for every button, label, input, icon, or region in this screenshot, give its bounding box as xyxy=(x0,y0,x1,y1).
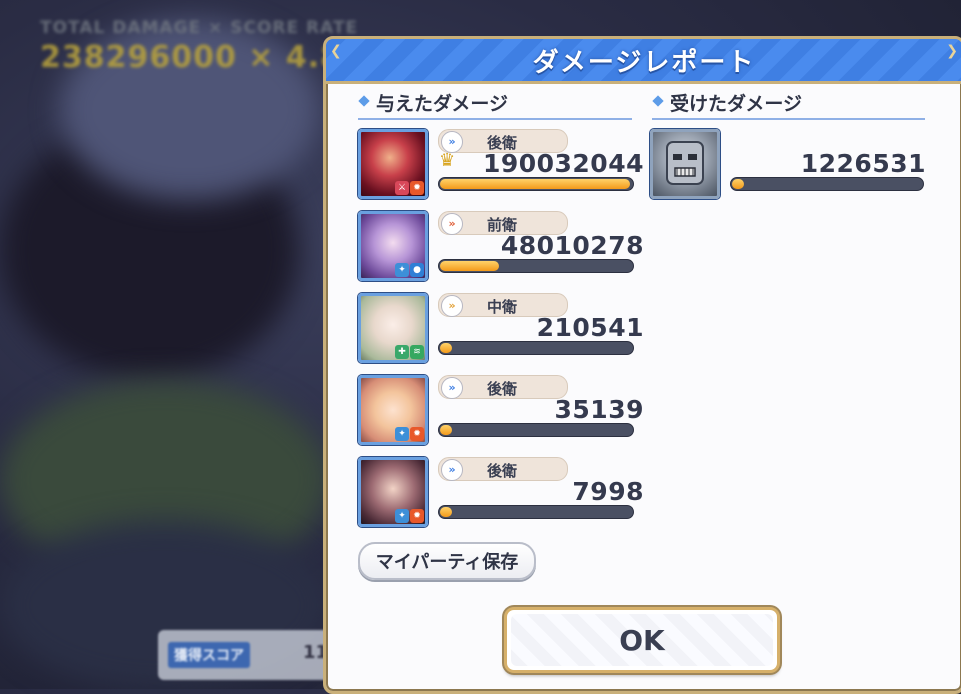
attribute-badges: ⚔ ✹ xyxy=(395,181,424,195)
section-taken-label: 受けたダメージ xyxy=(670,93,803,115)
chevron-rear-icon: » xyxy=(441,459,463,481)
chevron-rear-icon: » xyxy=(441,377,463,399)
score-tag: 獲得スコア xyxy=(168,642,250,668)
section-dealt-label: 与えたダメージ xyxy=(376,93,509,115)
red-haired-character-portrait: ⚔ ✹ xyxy=(358,129,428,199)
section-damage-dealt: 与えたダメージ xyxy=(358,89,632,120)
dealt-row: ⚔ ✹» 後衛 ♛ 190032044 xyxy=(358,129,643,201)
magic-icon: ✦ xyxy=(395,509,409,523)
position-pill: » 後衛 xyxy=(438,457,568,481)
diamond-icon xyxy=(652,95,664,107)
dealt-row: ✚ ≋ » 中衛 210541 xyxy=(358,293,643,365)
dealt-row: ✦ ●» 前衛 48010278 xyxy=(358,211,643,283)
damage-bar-fill xyxy=(440,425,452,435)
attribute-badges: ✦ ● xyxy=(395,263,424,277)
chevron-mid-icon: » xyxy=(441,295,463,317)
magic-icon: ✦ xyxy=(395,263,409,277)
position-label: 後衛 xyxy=(487,380,518,398)
purple-haired-character-portrait: ✦ ● xyxy=(358,211,428,281)
fire-icon: ✹ xyxy=(410,509,424,523)
damage-bar-fill xyxy=(440,343,452,353)
ok-label: OK xyxy=(619,623,665,657)
white-haired-flower-character-portrait: ✚ ≋ xyxy=(358,293,428,363)
position-pill: » 後衛 xyxy=(438,375,568,399)
damage-bar xyxy=(730,177,924,191)
blonde-cat-ear-character-portrait: ✦ ✹ xyxy=(358,375,428,445)
save-party-label: マイパーティ保存 xyxy=(375,552,519,573)
fire-icon: ✹ xyxy=(410,181,424,195)
save-party-button[interactable]: マイパーティ保存 xyxy=(358,542,536,580)
fire-icon: ✹ xyxy=(410,427,424,441)
hud-label: TOTAL DAMAGE × SCORE RATE xyxy=(40,18,359,38)
heal-icon: ✚ xyxy=(395,345,409,359)
damage-bar xyxy=(438,341,634,355)
damage-value: 210541 xyxy=(536,313,644,342)
dark-haired-character-portrait: ✦ ✹ xyxy=(358,457,428,527)
attribute-badges: ✚ ≋ xyxy=(395,345,424,359)
damage-value: 190032044 xyxy=(482,149,644,178)
damage-value: 48010278 xyxy=(500,231,644,260)
damage-value: 1226531 xyxy=(800,149,926,178)
water-icon: ● xyxy=(410,263,424,277)
chevron-front-icon: » xyxy=(441,213,463,235)
position-label: 中衛 xyxy=(487,298,518,316)
damage-bar-fill xyxy=(440,179,630,189)
wind-icon: ≋ xyxy=(410,345,424,359)
golem-face-icon xyxy=(666,141,704,185)
damage-value: 7998 xyxy=(572,477,644,506)
dealt-row: ✦ ✹ » 後衛 35139 xyxy=(358,375,643,447)
dealt-row: ✦ ✹ » 後衛 7998 xyxy=(358,457,644,529)
damage-bar-fill xyxy=(440,507,452,517)
damage-bar xyxy=(438,177,634,191)
slash-icon: ⚔ xyxy=(395,181,409,195)
diamond-icon xyxy=(358,95,370,107)
magic-icon: ✦ xyxy=(395,427,409,441)
position-label: 後衛 xyxy=(487,462,518,480)
damage-bar xyxy=(438,505,634,519)
dialog-header: ❮ ダメージレポート ❯ xyxy=(326,39,961,84)
ornament-right-icon: ❯ xyxy=(946,43,958,59)
attribute-badges: ✦ ✹ xyxy=(395,509,424,523)
crown-icon: ♛ xyxy=(439,150,456,171)
section-damage-taken: 受けたダメージ xyxy=(652,89,925,120)
damage-bar xyxy=(438,259,634,273)
damage-report-dialog: ❮ ダメージレポート ❯ 与えたダメージ 受けたダメージ ⚔ ✹» 後衛 ♛ 19003… xyxy=(323,36,961,694)
dialog-title: ダメージレポート xyxy=(532,47,756,78)
damage-bar xyxy=(438,423,634,437)
ok-button[interactable]: OK xyxy=(504,607,780,673)
stone-golem-boss-portrait xyxy=(650,129,720,199)
ornament-left-icon: ❮ xyxy=(330,43,342,59)
damage-value: 35139 xyxy=(554,395,644,424)
damage-bar-fill xyxy=(732,179,744,189)
taken-row: 1226531 xyxy=(650,129,926,201)
attribute-badges: ✦ ✹ xyxy=(395,427,424,441)
damage-bar-fill xyxy=(440,261,499,271)
